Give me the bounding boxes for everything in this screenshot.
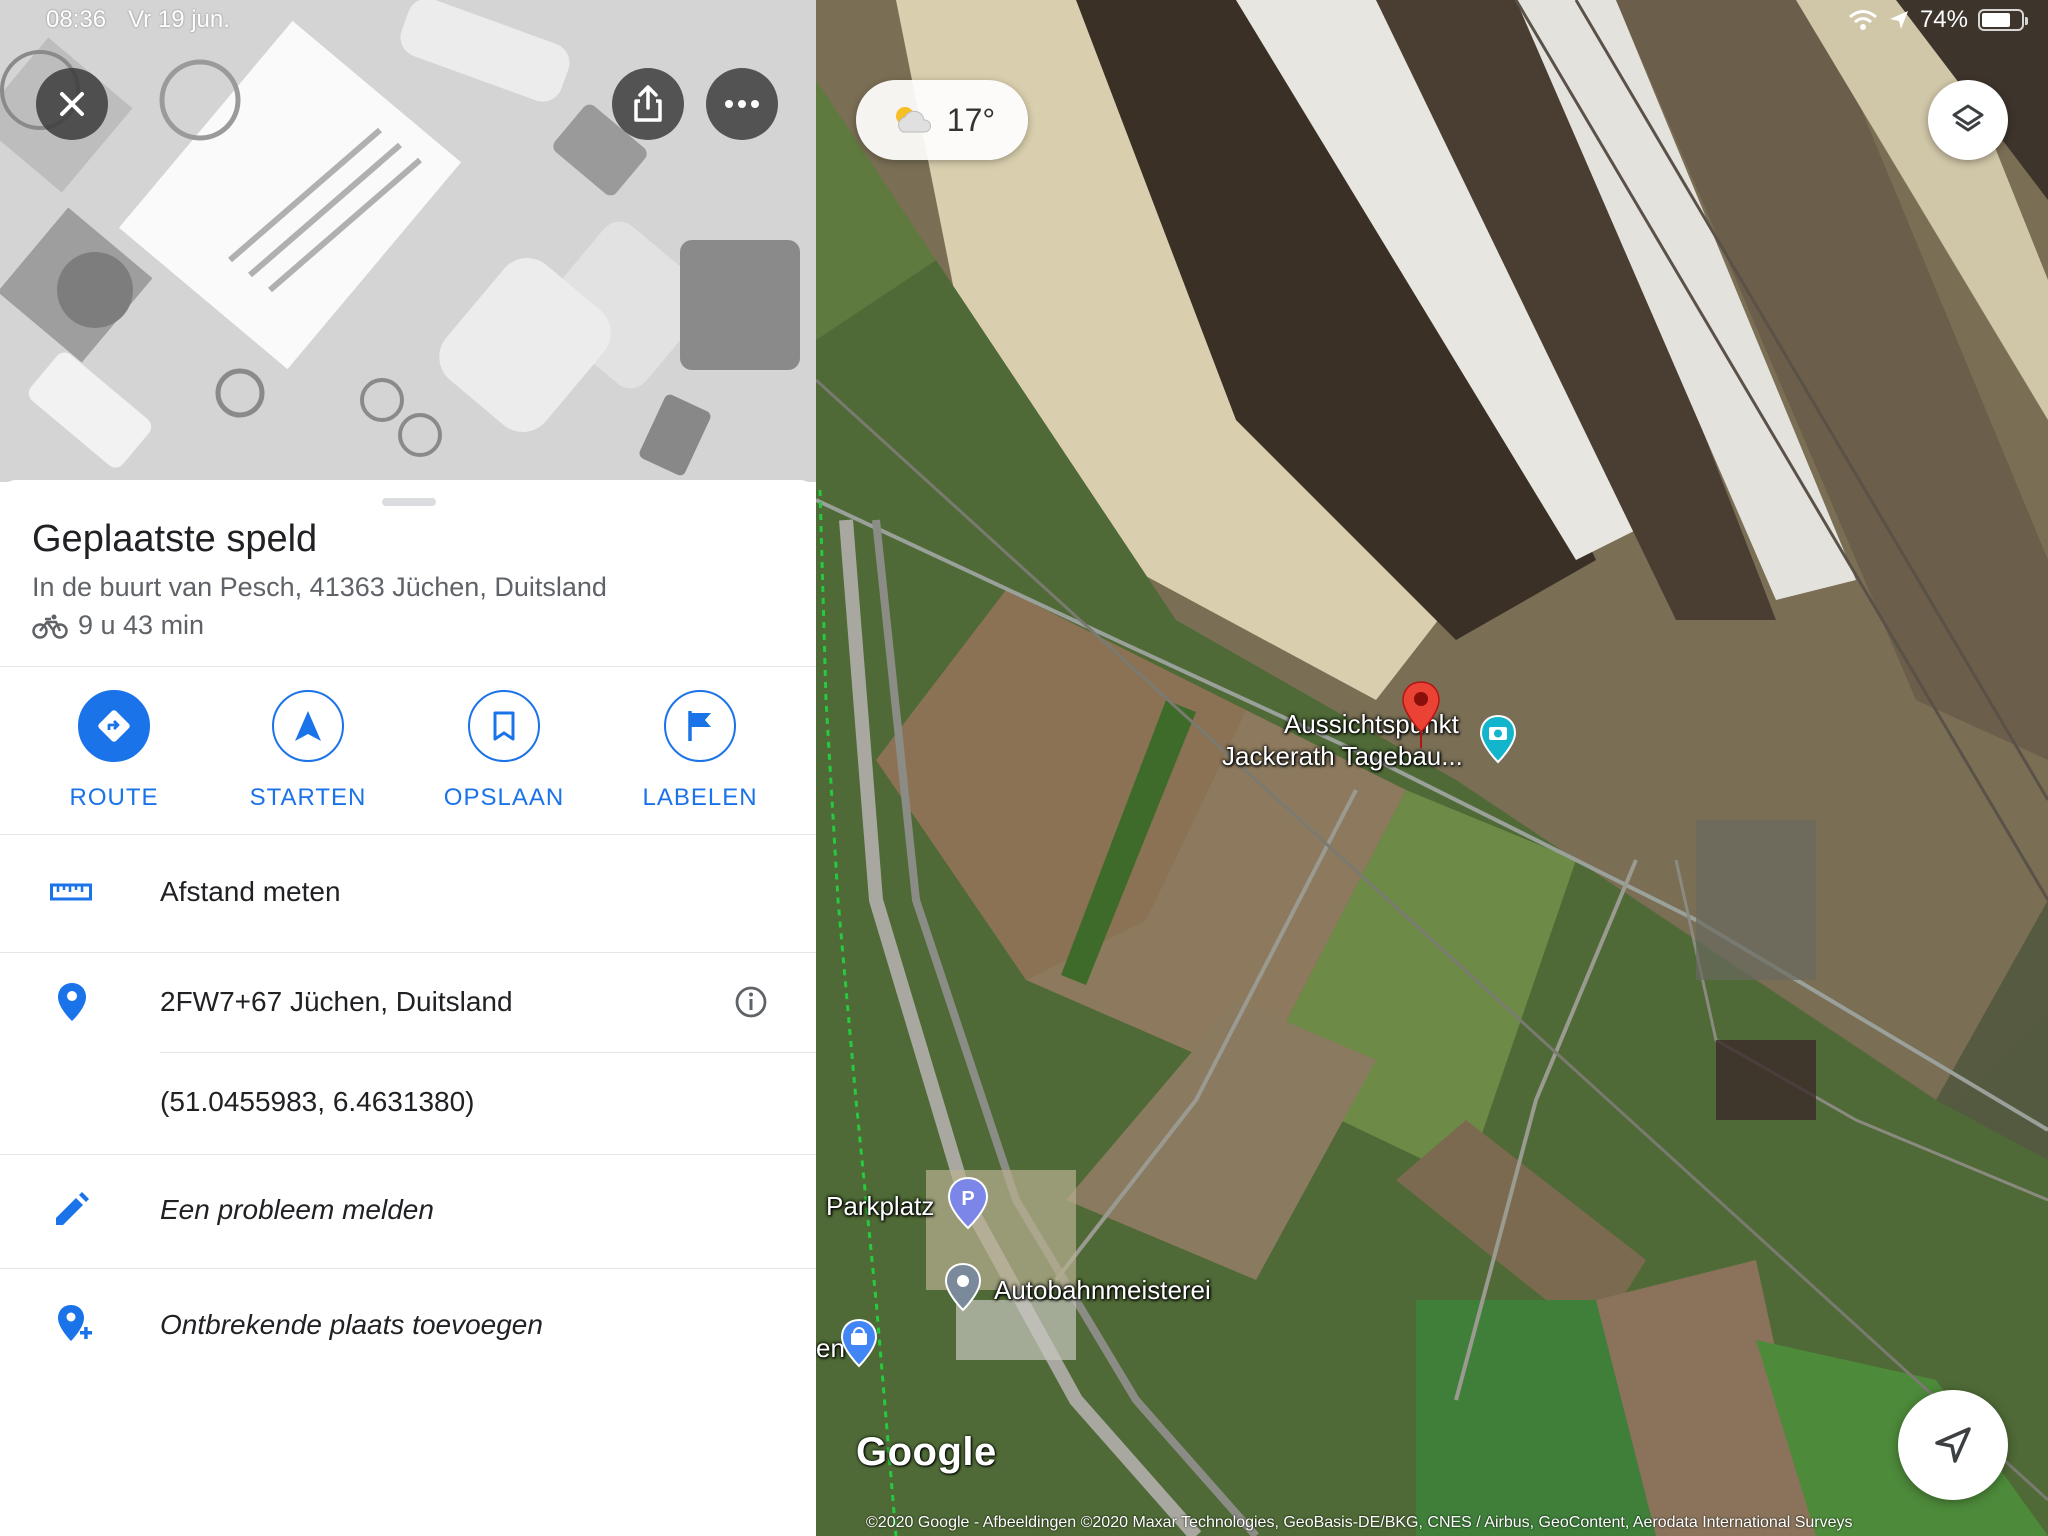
camera-poi-icon[interactable] [1478,714,1518,766]
divider [0,666,816,667]
poi-label-parking[interactable]: Parkplatz [826,1190,934,1222]
measure-distance-text: Afstand meten [160,876,341,907]
share-button[interactable] [612,68,684,140]
travel-time-value: 9 u 43 min [78,610,205,640]
map-view[interactable]: 17° Aussichtspunkt Jackerath Tagebau... … [816,0,2048,1536]
close-button[interactable] [36,68,108,140]
hero-illustration [0,0,816,482]
shopping-poi-icon[interactable] [839,1318,879,1370]
save-circle [468,690,540,762]
more-options-button[interactable] [706,68,778,140]
label-button[interactable]: LABELEN [602,690,798,812]
more-horizontal-icon [725,100,759,108]
drag-handle[interactable] [382,498,436,506]
parking-poi-icon[interactable]: P [946,1176,990,1232]
measure-distance-row[interactable]: Afstand meten [0,834,816,950]
edit-pencil-icon [56,1192,89,1225]
wifi-icon [1848,10,1877,30]
navigation-arrow-icon [295,711,321,741]
map-copyright: ©2020 Google - Afbeeldingen ©2020 Maxar … [866,1514,1853,1531]
report-problem-row[interactable]: Een probleem melden [0,1154,816,1266]
location-pin-icon [58,983,86,1021]
info-icon[interactable] [734,985,768,1019]
label-label: LABELEN [642,784,758,811]
add-missing-place-text: Ontbrekende plaats toevoegen [160,1309,543,1340]
layers-icon [1952,104,1984,132]
save-label: OPSLAAN [443,784,565,811]
add-location-icon [58,1305,92,1341]
start-label: STARTEN [249,784,367,811]
google-logo: Google [856,1430,997,1474]
status-bar-left: 08:36 Vr 19 jun. [46,6,230,34]
temperature: 17° [946,101,996,138]
plus-code-row[interactable]: 2FW7+67 Jüchen, Duitsland [0,952,816,1052]
status-date: Vr 19 jun. [128,6,230,33]
action-bar: ROUTE STARTEN OPSLAAN LABELEN [0,690,816,840]
place-sheet: Geplaatste speld In de buurt van Pesch, … [0,480,816,1536]
place-panel: Geplaatste speld In de buurt van Pesch, … [0,0,816,1536]
close-icon [60,92,84,116]
status-bar-right: 74% [1848,6,2028,34]
my-location-button[interactable] [1898,1390,2008,1500]
poi-label-autobahn[interactable]: Autobahnmeisterei [994,1274,1211,1306]
battery-fill [1982,13,2011,27]
route-button[interactable]: ROUTE [16,690,212,812]
coordinates-row[interactable]: (51.0455983, 6.4631380) [0,1052,816,1152]
coordinates-text: (51.0455983, 6.4631380) [160,1086,475,1117]
plus-code-text: 2FW7+67 Jüchen, Duitsland [160,986,513,1017]
save-button[interactable]: OPSLAAN [406,690,602,812]
battery-percent: 74% [1919,6,1968,33]
weather-chip[interactable]: 17° [856,80,1028,160]
add-missing-place-row[interactable]: Ontbrekende plaats toevoegen [0,1268,816,1382]
travel-time: 9 u 43 min [32,610,204,641]
partly-cloudy-icon [895,107,931,133]
start-circle [272,690,344,762]
share-icon [634,85,662,122]
place-title: Geplaatste speld [32,518,318,560]
location-arrow-icon [1935,1427,1971,1463]
label-circle [664,690,736,762]
flag-icon [688,711,711,741]
layers-button[interactable] [1928,80,2008,160]
bookmark-icon [493,711,515,741]
route-circle [78,690,150,762]
place-hero-image [0,0,816,482]
location-services-icon [1889,11,1908,29]
place-address: In de buurt van Pesch, 41363 Jüchen, Dui… [32,572,607,602]
status-time: 08:36 [46,6,107,33]
report-problem-text: Een probleem melden [160,1194,434,1225]
battery-icon [1978,9,2028,31]
ruler-icon [50,883,92,901]
dropped-pin-icon[interactable] [1401,680,1441,750]
directions-icon [98,710,130,742]
svg-text:P: P [961,1188,974,1210]
route-label: ROUTE [69,784,159,811]
bicycle-icon [32,614,68,639]
place-poi-icon[interactable] [943,1262,983,1314]
start-button[interactable]: STARTEN [210,690,406,812]
